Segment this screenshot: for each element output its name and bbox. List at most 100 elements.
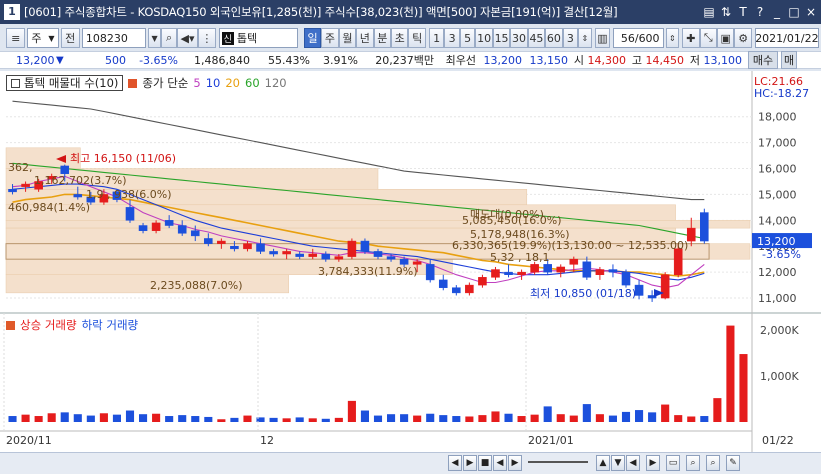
interval-30[interactable]: 30 <box>510 28 528 48</box>
interval-45[interactable]: 45 <box>527 28 546 48</box>
volume-bar <box>426 413 435 422</box>
interval-custom[interactable]: 3 <box>562 28 579 48</box>
period-week[interactable]: 주 <box>321 28 339 48</box>
candle-body <box>8 189 17 193</box>
sound-icon[interactable]: ◀▾ <box>176 28 199 48</box>
sync-icon[interactable]: ⇅ <box>719 5 733 19</box>
interval-60[interactable]: 60 <box>545 28 563 48</box>
zoom-search-icon[interactable]: ⌕ <box>686 455 700 471</box>
zoom-out-icon[interactable]: ▼ <box>611 455 625 471</box>
interval-15[interactable]: 15 <box>492 28 511 48</box>
volume-bar <box>321 418 330 422</box>
minimize-icon[interactable]: _ <box>770 5 784 19</box>
high-annotation: 최고 16,150 (11/06) <box>70 152 176 165</box>
price-tick-label: 12,000 <box>758 266 797 279</box>
down-volume-label: 하락 거래량 <box>81 318 139 332</box>
gear-icon[interactable]: ⚙ <box>734 28 752 48</box>
candle-body <box>138 225 148 231</box>
scale-icon[interactable]: ⤡ <box>699 28 718 48</box>
date-tick-label: 2020/11 <box>6 434 52 447</box>
turnover-rate: 3.91% <box>323 53 358 67</box>
pen-icon[interactable]: ✎ <box>726 455 740 471</box>
count-spinner[interactable]: ⇕ <box>665 28 680 48</box>
page-left-icon[interactable]: ◀ <box>493 455 507 471</box>
interval-1[interactable]: 1 <box>428 28 445 48</box>
help-icon[interactable]: ? <box>753 5 767 19</box>
interval-5[interactable]: 5 <box>459 28 476 48</box>
candle-body <box>282 251 291 255</box>
period-tick[interactable]: 틱 <box>408 28 426 48</box>
magnify-icon[interactable]: ⌕ <box>706 455 720 471</box>
current-price: 13,200 <box>16 53 55 67</box>
scroll-right-icon[interactable]: ▶ <box>463 455 477 471</box>
price-tick-label: 16,000 <box>758 163 797 176</box>
candle-body <box>621 271 631 286</box>
list-icon[interactable]: ⋮ <box>198 28 216 48</box>
prev-button[interactable]: 전 <box>60 28 80 48</box>
volume-profile-bar <box>5 220 751 229</box>
interval-spinner[interactable]: ⇕ <box>578 28 592 48</box>
stock-name: 톱텍 <box>236 32 258 45</box>
volume-tick-1000: 1,000K <box>760 370 799 383</box>
window-titlebar: 1 [0601] 주식종합차트 - KOSDAQ150 외국인보유[1,285(… <box>0 0 821 24</box>
stop-icon[interactable]: ■ <box>478 455 492 471</box>
period-year[interactable]: 년 <box>356 28 374 48</box>
chart-svg[interactable]: 18,00017,00016,00015,00014,00013,00012,0… <box>0 71 821 452</box>
period-day[interactable]: 일 <box>303 28 322 48</box>
period-month[interactable]: 월 <box>338 28 357 48</box>
code-dropdown[interactable]: ▼ <box>147 28 162 48</box>
page-right-icon[interactable]: ▶ <box>508 455 522 471</box>
indicator-legend[interactable]: 톱텍 매물대 수(10) <box>6 75 124 91</box>
buy-button[interactable]: 매수 <box>748 51 778 69</box>
stock-code-input[interactable]: 108230 <box>81 28 146 48</box>
save-icon[interactable]: ▣ <box>717 28 735 48</box>
more-button[interactable]: 매 <box>781 51 797 69</box>
volume-tick-2000: 2,000K <box>760 324 799 337</box>
zoom-in-icon[interactable]: ▲ <box>596 455 610 471</box>
price-tick-label: 17,000 <box>758 137 797 150</box>
candle-body <box>543 264 552 273</box>
scroll-left-icon[interactable]: ◀ <box>448 455 462 471</box>
volume-bar <box>726 325 735 422</box>
best-ask: 13,200 <box>483 53 523 67</box>
chart-area[interactable]: 18,00017,00016,00015,00014,00013,00012,0… <box>0 71 821 452</box>
scroll-start-icon[interactable]: ◀ <box>626 455 640 471</box>
zoom-slider[interactable] <box>528 461 588 463</box>
candle-body <box>347 240 357 257</box>
volume-profile-bar <box>5 274 289 294</box>
profile-label: 1,9 , 938(6.0%) <box>86 188 172 201</box>
interval-10[interactable]: 10 <box>475 28 493 48</box>
candle-body <box>230 245 239 250</box>
window-icon[interactable]: ▭ <box>666 455 680 471</box>
quote-bar: 13,200 ▼ 500 -3.65% 1,486,840 55.43% 3.9… <box>0 51 821 69</box>
volume-bar <box>191 416 200 422</box>
crosshair-icon[interactable]: ✚ <box>682 28 700 48</box>
candle-body <box>204 238 213 244</box>
scroll-end-icon[interactable]: ▶ <box>646 455 660 471</box>
volume-bar <box>230 417 239 422</box>
maximize-icon[interactable]: □ <box>787 5 801 19</box>
interval-3[interactable]: 3 <box>444 28 460 48</box>
text-icon[interactable]: T <box>736 5 750 19</box>
date-field[interactable]: 2021/01/22 <box>754 28 819 48</box>
layout-icon[interactable]: ▤ <box>702 5 716 19</box>
count-field[interactable]: 56/600 <box>613 28 664 48</box>
volume-bar <box>21 414 30 422</box>
candle-body <box>295 253 304 257</box>
volume-bar <box>635 410 644 422</box>
stock-name-field[interactable]: 신 톱텍 <box>218 28 298 48</box>
volume-bar <box>360 410 369 422</box>
volume-bar <box>387 414 396 422</box>
close-icon[interactable]: × <box>804 5 818 19</box>
open-label: 시 <box>573 54 584 67</box>
menu-button[interactable]: ≡ <box>6 28 26 48</box>
market-select[interactable]: 주 ▼ <box>27 28 59 48</box>
search-icon[interactable]: ⌕ <box>161 28 177 48</box>
candle-body <box>452 287 461 294</box>
period-second[interactable]: 초 <box>390 28 409 48</box>
period-minute[interactable]: 분 <box>373 28 391 48</box>
candle-body <box>243 243 252 250</box>
volume-value: 1,486,840 <box>194 53 250 67</box>
chart-type-icon[interactable]: ▥ <box>594 28 611 48</box>
checkbox-icon[interactable] <box>11 78 20 88</box>
